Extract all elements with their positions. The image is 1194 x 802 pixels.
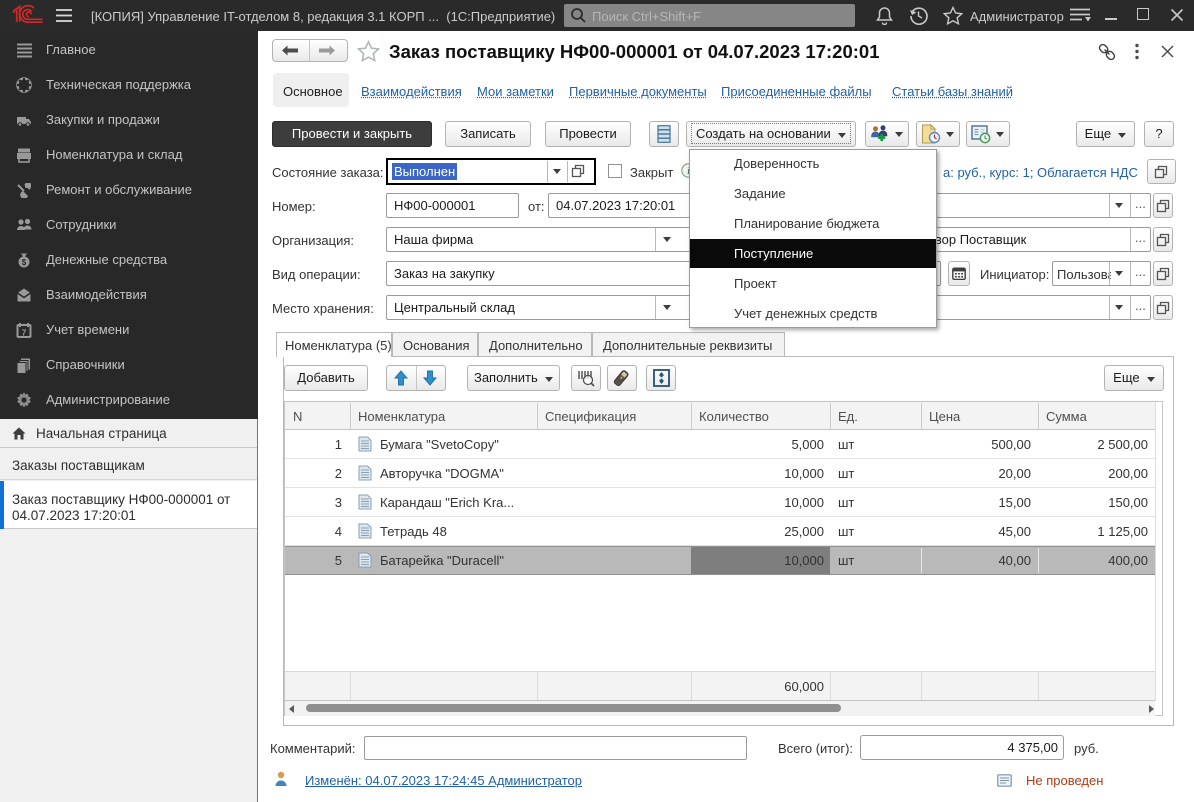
svg-text:$: $ [22,258,27,267]
svg-text:7: 7 [22,328,27,338]
